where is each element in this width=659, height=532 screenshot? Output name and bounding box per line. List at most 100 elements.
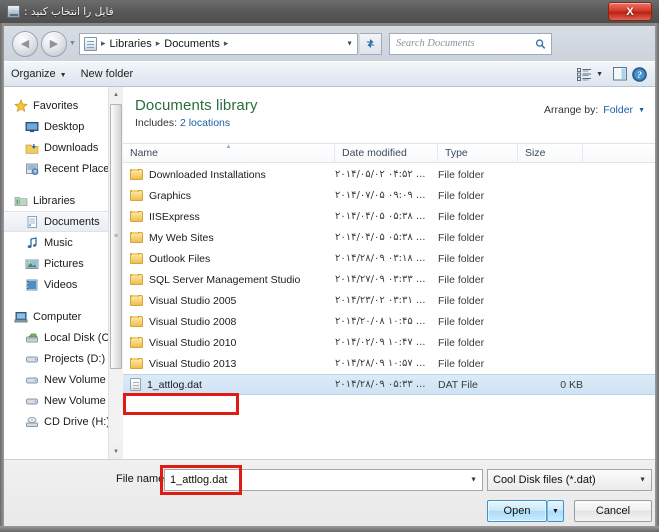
file-size-cell: 0 KB [518, 379, 583, 391]
sidebar-item-documents[interactable]: Documents [4, 211, 123, 232]
sidebar-item-downloads[interactable]: Downloads [4, 137, 123, 158]
view-mode-button[interactable] [577, 68, 592, 81]
sidebar-item-projects-d[interactable]: Projects (D:) [4, 348, 123, 369]
sidebar-item-recent-places[interactable]: Recent Places [4, 158, 123, 179]
preview-pane-button[interactable] [613, 67, 628, 81]
table-row[interactable]: Visual Studio 2010۲۰۱۴/۰۲/۰۹ ۱۰:۴۷ ...Fi… [123, 332, 655, 353]
recent-places-icon [25, 162, 39, 176]
sidebar-group-computer[interactable]: Computer [4, 306, 123, 327]
file-date-cell: ۲۰۱۴/۰۴/۰۵ ۰۵:۳۸ ... [335, 232, 438, 243]
chevron-down-icon: ▼ [60, 72, 67, 79]
file-name-text: Visual Studio 2005 [149, 295, 236, 307]
file-date-cell: ۲۰۱۴/۲۸/۰۹ ۱۰:۵۷ ... [335, 358, 438, 369]
sidebar-item-videos[interactable]: Videos [4, 274, 123, 295]
scrollbar-thumb[interactable]: ≡ [110, 104, 122, 369]
sidebar-label-pictures: Pictures [44, 258, 84, 270]
computer-icon [14, 310, 28, 324]
music-icon [25, 236, 39, 250]
back-button[interactable]: ◀ [12, 31, 38, 57]
search-box[interactable]: Search Documents [389, 33, 552, 55]
view-mode-caret[interactable]: ▼ [596, 71, 603, 78]
sidebar-group-libraries[interactable]: Libraries [4, 190, 123, 211]
arrange-by-value[interactable]: Folder [603, 104, 633, 116]
scroll-down-arrow[interactable]: ▼ [109, 444, 123, 459]
sidebar-item-music[interactable]: Music [4, 232, 123, 253]
window-title: فایل را انتخاب کنید : [24, 6, 114, 18]
organize-button[interactable]: Organize▼ [4, 65, 74, 83]
file-name-cell: Outlook Files [123, 253, 335, 265]
file-name-text: Visual Studio 2013 [149, 358, 236, 370]
file-name-text: IISExpress [149, 211, 200, 223]
arrange-by-label: Arrange by: [544, 104, 598, 116]
file-name-cell: IISExpress [123, 211, 335, 223]
table-row[interactable]: Visual Studio 2005۲۰۱۴/۲۳/۰۲ ۰۳:۳۱ ...Fi… [123, 290, 655, 311]
file-type-cell: File folder [438, 274, 518, 286]
forward-button[interactable]: ▶ [41, 31, 67, 57]
sidebar-item-pictures[interactable]: Pictures [4, 253, 123, 274]
open-button[interactable]: Open [487, 500, 547, 522]
column-label-name: Name [130, 147, 158, 159]
file-name-input[interactable]: 1_attlog.dat ▼ [164, 469, 483, 491]
sidebar-item-desktop[interactable]: Desktop [4, 116, 123, 137]
search-icon [535, 38, 546, 49]
table-row[interactable]: 1_attlog.dat۲۰۱۴/۲۸/۰۹ ۰۵:۳۳ ...DAT File… [123, 374, 655, 395]
close-button[interactable]: X [608, 2, 652, 21]
file-type-cell: File folder [438, 295, 518, 307]
cancel-button[interactable]: Cancel [574, 500, 652, 522]
table-row[interactable]: Visual Studio 2008۲۰۱۴/۲۰/۰۸ ۱۰:۴۵ ...Fi… [123, 311, 655, 332]
column-headers: ▲ Name Date modified Type Size [123, 143, 655, 163]
breadcrumb-documents[interactable]: Documents [164, 38, 220, 50]
svg-text:?: ? [637, 70, 642, 80]
folder-icon [130, 358, 143, 369]
chevron-down-icon[interactable]: ▼ [638, 107, 645, 114]
scroll-up-arrow[interactable]: ▲ [109, 87, 123, 102]
table-row[interactable]: Outlook Files۲۰۱۴/۲۸/۰۹ ۰۳:۱۸ ...File fo… [123, 248, 655, 269]
chevron-down-icon[interactable]: ▼ [346, 40, 353, 47]
includes-locations-link[interactable]: 2 locations [180, 117, 230, 129]
file-name-text: Graphics [149, 190, 191, 202]
column-header-size[interactable]: Size [518, 143, 583, 163]
file-name-text: Visual Studio 2008 [149, 316, 236, 328]
new-folder-button[interactable]: New folder [74, 65, 141, 83]
sidebar-label-downloads: Downloads [44, 142, 98, 154]
table-row[interactable]: SQL Server Management Studio۲۰۱۴/۲۷/۰۹ ۰… [123, 269, 655, 290]
sidebar-label-recent-places: Recent Places [44, 163, 115, 175]
table-row[interactable]: Visual Studio 2013۲۰۱۴/۲۸/۰۹ ۱۰:۵۷ ...Fi… [123, 353, 655, 374]
file-name-text: Visual Studio 2010 [149, 337, 236, 349]
chevron-down-icon: ▼ [639, 477, 646, 484]
help-button[interactable]: ? [632, 67, 647, 82]
sidebar-item-new-volume-g[interactable]: New Volume (G:) [4, 390, 123, 411]
chevron-down-icon[interactable]: ▼ [470, 477, 477, 484]
search-input[interactable]: Search Documents [396, 38, 475, 49]
file-name-cell: My Web Sites [123, 232, 335, 244]
column-header-blank [583, 143, 655, 163]
file-type-cell: File folder [438, 316, 518, 328]
file-type-select[interactable]: Cool Disk files (*.dat) ▼ [487, 469, 652, 491]
sidebar-group-favorites[interactable]: Favorites [4, 95, 123, 116]
drive-icon [25, 394, 39, 408]
column-header-type[interactable]: Type [438, 143, 518, 163]
open-dropdown-button[interactable]: ▼ [547, 500, 564, 522]
file-name-cell: Visual Studio 2005 [123, 295, 335, 307]
breadcrumb-libraries[interactable]: Libraries [110, 38, 152, 50]
sidebar-item-local-disk-c[interactable]: Local Disk (C:) [4, 327, 123, 348]
column-header-date-modified[interactable]: Date modified [335, 143, 438, 163]
navigation-pane-scrollbar[interactable]: ▲ ≡ ▼ [108, 87, 123, 459]
navigation-bar: ◀ ▶ ▼ ▸ Libraries ▸ Documents ▸ ▼ Search… [4, 26, 655, 61]
folder-icon [130, 316, 143, 327]
file-name-text: Outlook Files [149, 253, 210, 265]
address-bar[interactable]: ▸ Libraries ▸ Documents ▸ ▼ [79, 33, 358, 55]
table-row[interactable]: Graphics۲۰۱۴/۰۷/۰۵ ۰۹:۰۹ ...File folder [123, 185, 655, 206]
sidebar-item-cd-drive-h[interactable]: CD Drive (H:) [4, 411, 123, 432]
sidebar-item-new-volume-e[interactable]: New Volume (E:) [4, 369, 123, 390]
table-row[interactable]: My Web Sites۲۰۱۴/۰۴/۰۵ ۰۵:۳۸ ...File fol… [123, 227, 655, 248]
history-dropdown-caret[interactable]: ▼ [67, 40, 78, 47]
content-pane: Documents library Includes: 2 locations … [123, 87, 655, 459]
folder-icon [130, 211, 143, 222]
file-type-cell: File folder [438, 232, 518, 244]
table-row[interactable]: Downloaded Installations۲۰۱۴/۰۵/۰۲ ۰۴:۵۲… [123, 164, 655, 185]
libraries-icon [14, 194, 28, 208]
refresh-button[interactable] [360, 33, 382, 55]
column-header-name[interactable]: ▲ Name [123, 143, 335, 163]
table-row[interactable]: IISExpress۲۰۱۴/۰۴/۰۵ ۰۵:۳۸ ...File folde… [123, 206, 655, 227]
